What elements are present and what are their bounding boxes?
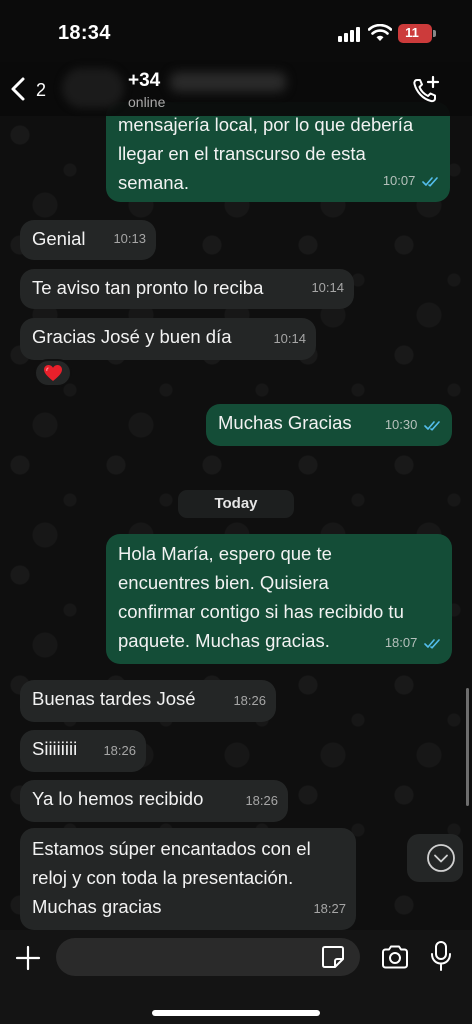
message-time: 10:07 xyxy=(382,173,416,188)
reaction-badge[interactable] xyxy=(34,359,72,387)
message-line: reloj y con toda la presentación. xyxy=(32,867,294,888)
chevron-down-icon xyxy=(427,844,455,872)
mic-icon[interactable] xyxy=(430,940,452,972)
message-bubble-incoming[interactable]: Gracias José y buen día 10:14 xyxy=(20,318,316,360)
back-icon[interactable] xyxy=(8,76,30,102)
camera-icon[interactable] xyxy=(380,944,410,970)
message-time: 18:26 xyxy=(245,793,278,808)
redacted-phone-number xyxy=(170,72,286,92)
message-time: 10:30 xyxy=(384,417,418,432)
battery-level: 11 xyxy=(405,25,419,40)
status-bar: 18:34 11 xyxy=(0,0,472,62)
unread-chats-count[interactable]: 2 xyxy=(36,80,46,101)
message-line: llegar en el transcurso de esta xyxy=(118,143,366,164)
message-meta: 18:07 xyxy=(385,628,442,657)
message-text: Muchas Gracias xyxy=(218,412,352,433)
message-bubble-outgoing[interactable]: mensajería local, por lo que debería lle… xyxy=(106,102,450,202)
message-time: 10:14 xyxy=(273,331,306,346)
message-input[interactable] xyxy=(56,938,360,976)
message-time: 18:26 xyxy=(233,693,266,708)
message-text: Gracias José y buen día xyxy=(32,326,232,347)
message-line: Estamos súper encantados con el xyxy=(32,838,311,859)
contact-status: online xyxy=(128,94,166,110)
message-time: 18:27 xyxy=(313,901,346,916)
add-call-icon[interactable] xyxy=(410,74,442,106)
message-bubble-incoming[interactable]: Genial 10:13 xyxy=(20,220,156,260)
battery-icon: 11 xyxy=(398,24,436,43)
scroll-to-bottom-button[interactable] xyxy=(407,834,463,882)
message-time: 18:26 xyxy=(103,743,136,758)
message-line: Hola María, espero que te xyxy=(118,543,332,564)
message-bubble-incoming[interactable]: Te aviso tan pronto lo reciba 10:14 xyxy=(20,269,354,309)
message-bubble-incoming[interactable]: Ya lo hemos recibido 18:26 xyxy=(20,780,288,822)
message-bubble-outgoing[interactable]: Hola María, espero que te encuentres bie… xyxy=(106,534,452,664)
message-time: 18:07 xyxy=(384,635,418,650)
date-separator: Today xyxy=(178,490,294,518)
message-meta: 10:30 xyxy=(385,410,442,439)
message-bubble-incoming[interactable]: Siiiiiiii 18:26 xyxy=(20,730,146,772)
plus-icon[interactable] xyxy=(14,944,42,972)
read-receipt-icon xyxy=(424,639,440,649)
contact-name[interactable]: +34 xyxy=(128,70,160,92)
message-line: encuentres bien. Quisiera xyxy=(118,572,329,593)
scrollbar[interactable] xyxy=(466,688,469,806)
status-time: 18:34 xyxy=(58,22,111,44)
message-composer xyxy=(0,930,472,1024)
message-text: Te aviso tan pronto lo reciba xyxy=(32,277,264,298)
message-text: Ya lo hemos recibido xyxy=(32,788,204,809)
heart-icon xyxy=(44,365,62,381)
message-text: Buenas tardes José xyxy=(32,688,196,709)
message-time: 10:13 xyxy=(113,231,146,246)
message-meta: 10:07 xyxy=(383,166,440,195)
chat-header: 2 +34 online xyxy=(0,62,472,116)
signal-icon xyxy=(338,26,362,42)
wifi-icon xyxy=(368,24,392,41)
avatar[interactable] xyxy=(62,68,124,108)
message-bubble-incoming[interactable]: Buenas tardes José 18:26 xyxy=(20,680,276,722)
message-line: confirmar contigo si has recibido tu xyxy=(118,601,404,622)
read-receipt-icon xyxy=(424,421,440,431)
message-bubble-incoming[interactable]: Estamos súper encantados con el reloj y … xyxy=(20,828,356,930)
message-bubble-outgoing[interactable]: Muchas Gracias 10:30 xyxy=(206,404,452,446)
home-indicator[interactable] xyxy=(152,1010,320,1016)
message-line: Muchas gracias xyxy=(32,896,162,917)
message-time: 10:14 xyxy=(311,280,344,295)
message-text: Siiiiiiii xyxy=(32,738,78,759)
sticker-icon[interactable] xyxy=(320,944,346,970)
message-text: Genial xyxy=(32,228,86,249)
read-receipt-icon xyxy=(422,177,438,187)
chat-screen: 18:34 11 2 +34 online mensajería local, … xyxy=(0,0,472,1024)
